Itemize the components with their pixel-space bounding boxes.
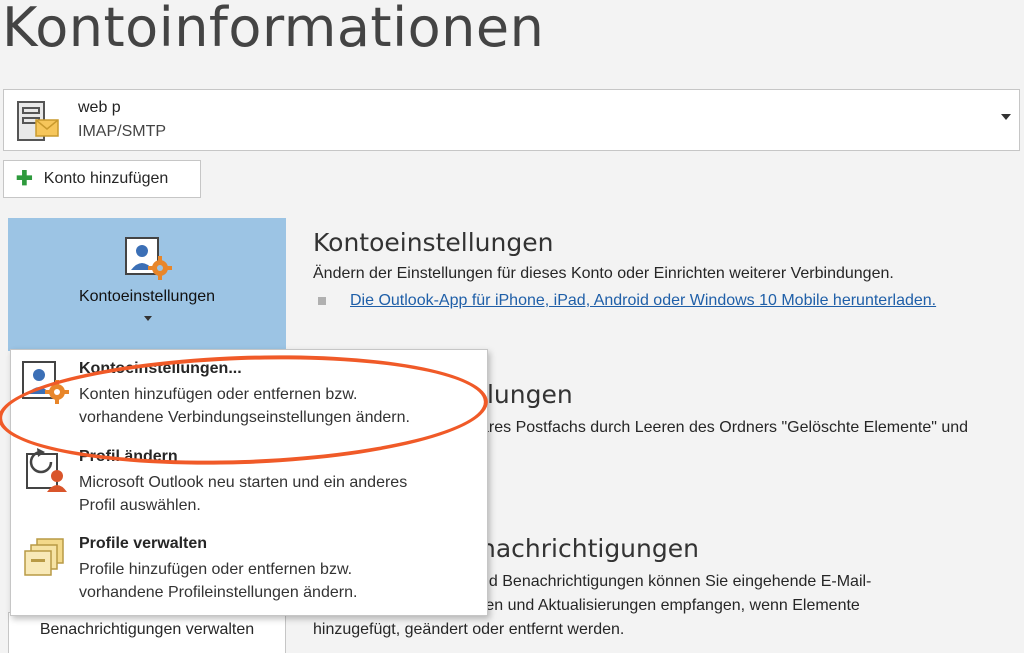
account-selector[interactable]: web p IMAP/SMTP [3, 89, 1020, 151]
add-account-label: Konto hinzufügen [43, 170, 169, 187]
notifications-line-2: ren und Aktualisierungen empfangen, wenn… [480, 597, 860, 614]
account-settings-tile[interactable]: Kontoeinstellungen [8, 218, 286, 351]
section-title-account-settings: Kontoeinstellungen [313, 228, 554, 257]
section-title-notifications: nachrichtigungen [480, 534, 699, 563]
manage-notifications-button[interactable]: Benachrichtigungen verwalten [8, 612, 286, 653]
manage-notifications-label: Benachrichtigungen verwalten [39, 621, 255, 638]
menu-item-title: Profile verwalten [79, 535, 208, 552]
section-text-cleanup: ares Postfachs durch Leeren des Ordners … [480, 419, 969, 436]
menu-item-description-line: Microsoft Outlook neu starten und ein an… [79, 474, 408, 491]
account-name: web p [78, 99, 121, 116]
menu-item-description-line: Konten hinzufügen oder entfernen bzw. [79, 386, 358, 403]
menu-item-change-profile[interactable]: Profil ändern Microsoft Outlook neu star… [11, 438, 487, 520]
menu-item-description-line: Profile hinzufügen oder entfernen bzw. [79, 561, 353, 578]
menu-item-description-line: Profil auswählen. [79, 497, 201, 514]
section-description-account-settings: Ändern der Einstellungen für dieses Kont… [313, 265, 894, 282]
account-settings-icon [124, 236, 172, 287]
add-account-button[interactable]: ✚ Konto hinzufügen [3, 160, 201, 198]
menu-item-description: Microsoft Outlook neu starten und ein an… [79, 471, 479, 517]
outlook-app-download-link[interactable]: Die Outlook-App für iPhone, iPad, Androi… [350, 292, 936, 310]
plus-icon: ✚ [16, 168, 33, 190]
menu-item-description-line: vorhandene Verbindungseinstellungen ände… [79, 409, 410, 426]
manage-profiles-icon [21, 535, 69, 586]
bullet-icon [318, 297, 326, 305]
account-settings-icon [21, 360, 69, 411]
change-profile-icon [21, 448, 69, 499]
menu-item-title: Profil ändern [79, 448, 178, 465]
menu-item-description: Konten hinzufügen oder entfernen bzw. vo… [79, 383, 479, 429]
notifications-line-3: hinzugefügt, geändert oder entfernt werd… [313, 621, 625, 638]
menu-item-description: Profile hinzufügen oder entfernen bzw. v… [79, 558, 479, 604]
chevron-down-icon[interactable] [1001, 114, 1011, 120]
menu-item-title: Kontoeinstellungen... [79, 360, 242, 377]
mail-account-icon [16, 100, 62, 149]
account-settings-dropdown-menu: Kontoeinstellungen... Konten hinzufügen … [10, 349, 488, 616]
notifications-line-1: nd Benachrichtigungen können Sie eingehe… [480, 573, 872, 590]
menu-item-manage-profiles[interactable]: Profile verwalten Profile hinzufügen ode… [11, 525, 487, 607]
menu-item-account-settings[interactable]: Kontoeinstellungen... Konten hinzufügen … [11, 350, 487, 432]
section-title-cleanup: llungen [480, 380, 573, 409]
account-type: IMAP/SMTP [78, 123, 167, 140]
tile-label: Kontoeinstellungen [78, 288, 216, 305]
page-title: Kontoinformationen [2, 0, 545, 59]
menu-item-description-line: vorhandene Profileinstellungen ändern. [79, 584, 358, 601]
chevron-down-icon [144, 316, 152, 321]
